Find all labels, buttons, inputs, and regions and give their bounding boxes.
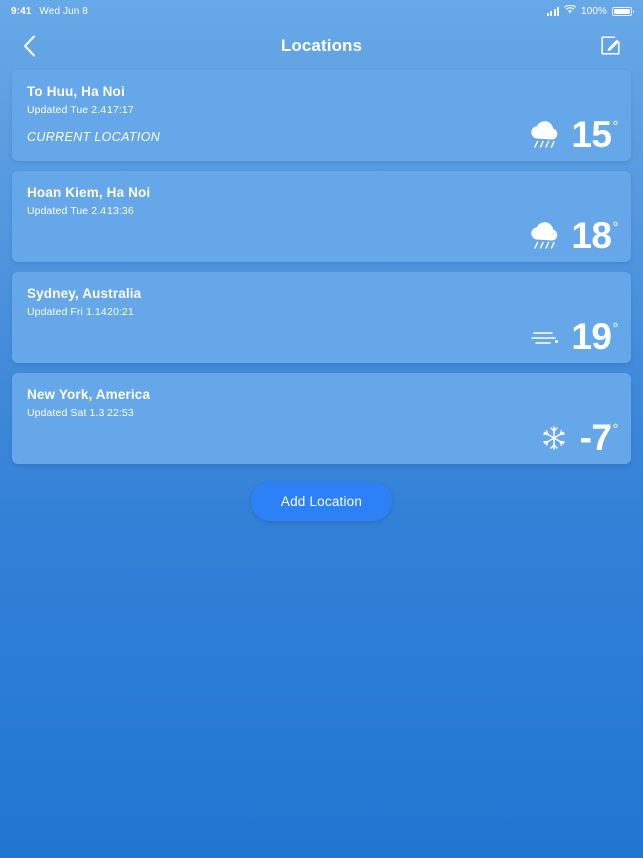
location-info: New York, America Updated Sat 1.3 22:53: [27, 387, 150, 419]
location-card[interactable]: Hoan Kiem, Ha Noi Updated Tue 2.4 13:36: [12, 171, 631, 262]
battery-icon: [612, 6, 634, 16]
location-updated: Updated Fri 1.14 20:21: [27, 306, 141, 318]
degree-symbol: °: [612, 320, 619, 338]
updated-time: 13:36: [107, 205, 134, 217]
location-info: To Huu, Ha Noi Updated Tue 2.4 17:17: [27, 84, 134, 116]
add-location-button[interactable]: Add Location: [250, 482, 393, 521]
location-temperature: 19 °: [571, 316, 619, 358]
location-weather: 15 °: [525, 114, 619, 156]
location-temperature: -7 °: [579, 417, 619, 459]
location-card[interactable]: To Huu, Ha Noi Updated Tue 2.4 17:17 CUR…: [12, 70, 631, 161]
location-weather: 19 °: [525, 316, 619, 358]
location-updated: Updated Sat 1.3 22:53: [27, 407, 150, 419]
location-info: Sydney, Australia Updated Fri 1.14 20:21: [27, 286, 141, 318]
page-title: Locations: [280, 35, 363, 55]
degree-symbol: °: [612, 421, 619, 439]
status-bar-right: 100%: [546, 4, 634, 17]
location-city: Sydney, Australia: [27, 286, 142, 301]
location-card[interactable]: Sydney, Australia Updated Fri 1.14 20:21: [12, 272, 631, 363]
location-updated: Updated Tue 2.4 17:17: [27, 104, 134, 116]
updated-label: Updated Sat 1.3: [27, 407, 105, 419]
current-location-badge: CURRENT LOCATION: [27, 130, 161, 144]
status-bar: 9:41 Wed Jun 8 100%: [0, 0, 643, 22]
location-updated: Updated Tue 2.4 13:36: [27, 205, 150, 217]
temperature-value: 18: [571, 215, 612, 257]
edit-pencil-icon: [600, 36, 620, 55]
location-card[interactable]: New York, America Updated Sat 1.3 22:53: [12, 373, 631, 464]
location-city: New York, America: [27, 387, 151, 402]
chevron-left-icon: [23, 35, 35, 56]
temperature-value: -7: [579, 417, 612, 459]
rain-cloud-icon: [525, 117, 565, 153]
updated-time: 22:53: [107, 407, 134, 419]
location-weather: -7 °: [534, 417, 619, 459]
cellular-signal-icon: [546, 6, 560, 16]
status-time: 9:41: [11, 5, 32, 17]
location-city: Hoan Kiem, Ha Noi: [27, 185, 151, 200]
temperature-value: 15: [571, 114, 612, 156]
add-location-row: Add Location: [0, 482, 643, 521]
status-bar-left: 9:41 Wed Jun 8: [11, 6, 88, 17]
locations-list: To Huu, Ha Noi Updated Tue 2.4 17:17 CUR…: [0, 70, 643, 464]
degree-symbol: °: [612, 118, 619, 136]
snowflake-icon: [534, 420, 574, 456]
rain-cloud-icon: [525, 218, 565, 254]
updated-label: Updated Fri 1.14: [27, 306, 107, 318]
updated-time: 17:17: [107, 104, 134, 116]
app-header: Locations: [0, 22, 643, 69]
wind-lines-icon: [525, 319, 565, 355]
location-info: Hoan Kiem, Ha Noi Updated Tue 2.4 13:36: [27, 185, 150, 217]
edit-button[interactable]: [595, 31, 625, 61]
updated-label: Updated Tue 2.4: [27, 104, 107, 116]
wifi-icon: [564, 4, 576, 17]
battery-percent-label: 100%: [581, 5, 607, 17]
location-city: To Huu, Ha Noi: [27, 84, 125, 99]
status-date: Wed Jun 8: [39, 5, 88, 17]
updated-time: 20:21: [107, 306, 134, 318]
temperature-value: 19: [571, 316, 612, 358]
back-button[interactable]: [14, 31, 44, 61]
location-temperature: 15 °: [571, 114, 619, 156]
degree-symbol: °: [612, 219, 619, 237]
updated-label: Updated Tue 2.4: [27, 205, 107, 217]
location-weather: 18 °: [525, 215, 619, 257]
location-temperature: 18 °: [571, 215, 619, 257]
